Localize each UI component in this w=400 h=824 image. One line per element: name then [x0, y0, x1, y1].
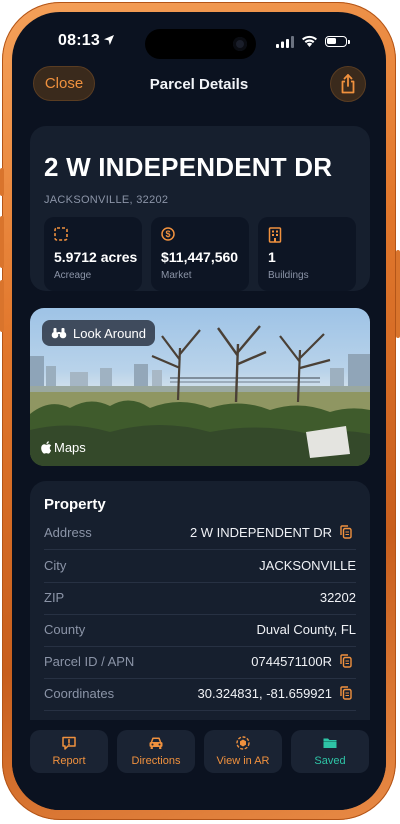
stat-value: 1: [268, 249, 276, 265]
power-button: [396, 250, 400, 338]
look-around-button[interactable]: Look Around: [42, 320, 155, 346]
look-around-preview[interactable]: Look Around Maps: [30, 308, 370, 466]
tab-label: Directions: [131, 755, 181, 767]
status-time: 08:13: [58, 32, 100, 49]
property-row-address: Address 2 W INDEPENDENT DR: [44, 517, 356, 550]
bottom-action-bar: Report Directions View in AR Saved: [12, 720, 386, 810]
report-button[interactable]: Report: [30, 730, 108, 773]
row-label: City: [44, 558, 67, 573]
apple-logo-icon: [41, 441, 52, 454]
stat-value: 5.9712 acres: [54, 249, 138, 265]
row-label: County: [44, 622, 86, 637]
report-icon: [62, 736, 76, 750]
volume-up-button: [0, 216, 4, 268]
wifi-icon: [302, 35, 317, 47]
tab-label: Saved: [314, 755, 346, 767]
copy-icon[interactable]: [340, 654, 352, 668]
car-icon: [149, 737, 163, 749]
stat-label: Acreage: [54, 270, 92, 281]
status-bar: 08:13: [12, 12, 386, 68]
row-value: 2 W INDEPENDENT DR: [189, 525, 332, 540]
svg-text:$: $: [165, 229, 170, 239]
dashed-square-icon: [54, 227, 68, 241]
property-row-zip: ZIP 32202: [44, 582, 356, 615]
property-row-parcel-id: Parcel ID / APN 0744571100R: [44, 646, 356, 679]
share-button[interactable]: [330, 66, 366, 102]
row-value: JACKSONVILLE: [259, 558, 356, 573]
parcel-city-zip: JACKSONVILLE, 32202: [44, 194, 169, 206]
parcel-address-title: 2 W INDEPENDENT DR: [44, 152, 333, 182]
row-value: 30.324831, -81.659921: [197, 686, 332, 701]
property-row-coordinates: Coordinates 30.324831, -81.659921: [44, 678, 356, 711]
cellular-signal-icon: [276, 36, 294, 48]
stat-market: $ $11,447,560 Market: [151, 217, 249, 291]
saved-button[interactable]: Saved: [291, 730, 369, 773]
tab-label: Report: [52, 755, 86, 767]
share-icon: [341, 74, 355, 94]
camera-icon: [233, 37, 247, 51]
stat-acreage: 5.9712 acres Acreage: [44, 217, 142, 291]
property-card: Property Address 2 W INDEPENDENT DR City…: [30, 481, 370, 741]
copy-icon[interactable]: [340, 525, 352, 539]
battery-icon: [325, 36, 350, 47]
location-arrow-icon: [104, 35, 114, 45]
copy-icon[interactable]: [340, 686, 352, 700]
property-section-title: Property: [44, 496, 106, 513]
row-label: Address: [44, 525, 92, 540]
stat-value: $11,447,560: [161, 249, 239, 265]
folder-icon: [323, 738, 337, 748]
row-value: 0744571100R: [251, 654, 332, 669]
row-label: Coordinates: [44, 686, 115, 701]
row-value: Duval County, FL: [256, 622, 356, 637]
ar-icon: [236, 736, 250, 750]
stat-label: Market: [161, 270, 192, 281]
parcel-header-card: 2 W INDEPENDENT DR JACKSONVILLE, 32202 5…: [30, 126, 370, 291]
property-row-city: City JACKSONVILLE: [44, 550, 356, 583]
directions-button[interactable]: Directions: [117, 730, 195, 773]
maps-label: Maps: [54, 440, 86, 455]
binoculars-icon: [51, 328, 67, 339]
property-row-county: County Duval County, FL: [44, 614, 356, 647]
dollar-circle-icon: $: [161, 227, 175, 241]
screen: 08:13 Close Parcel Details 2 W INDEPENDE: [12, 12, 386, 810]
view-in-ar-button[interactable]: View in AR: [204, 730, 282, 773]
stat-label: Buildings: [268, 270, 309, 281]
look-around-label: Look Around: [73, 325, 147, 341]
row-label: ZIP: [44, 590, 65, 605]
tab-label: View in AR: [216, 755, 270, 767]
stat-buildings: 1 Buildings: [258, 217, 356, 291]
action-button: [0, 168, 4, 196]
row-label: Parcel ID / APN: [44, 654, 135, 669]
apple-maps-logo: Maps: [41, 440, 86, 455]
building-icon: [268, 227, 282, 243]
row-value: 32202: [319, 590, 356, 605]
volume-down-button: [0, 280, 4, 332]
